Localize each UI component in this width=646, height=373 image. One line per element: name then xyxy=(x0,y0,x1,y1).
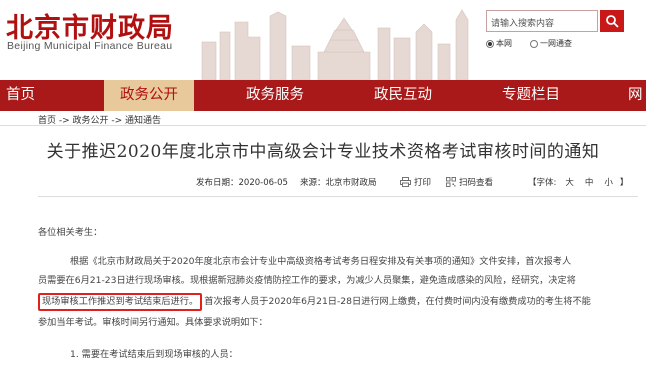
print-label: 打印 xyxy=(414,178,432,188)
search-button[interactable] xyxy=(600,10,624,32)
site-header: 北京市财政局 Beijing Municipal Finance Bureau … xyxy=(0,0,646,80)
font-size-label: 【字体: xyxy=(528,178,557,188)
main-nav: 首页 政务公开 政务服务 政民互动 专题栏目 网 xyxy=(0,80,646,111)
paragraph-line: 现场审核工作推迟到考试结束后进行。 首次报考人员于2020年6月21日-28日进行… xyxy=(38,293,591,311)
breadcrumb[interactable]: 首页 -> 政务公开 -> 通知通告 xyxy=(38,113,161,126)
font-large-button[interactable]: 大 xyxy=(565,176,574,188)
skyline-illustration xyxy=(201,9,469,80)
nav-item-topics[interactable]: 专题栏目 xyxy=(502,80,560,111)
qr-share-label: 扫码查看 xyxy=(459,178,494,188)
nav-item-more[interactable]: 网 xyxy=(628,80,643,111)
font-medium-button[interactable]: 中 xyxy=(585,176,594,188)
nav-item-services[interactable]: 政务服务 xyxy=(246,80,304,111)
list-item: 1. 需要在考试结束后到现场审核的人员： xyxy=(70,349,238,360)
scope-site-option[interactable]: 本网 xyxy=(486,38,512,49)
font-small-button[interactable]: 小 xyxy=(604,176,613,188)
highlighted-text: 现场审核工作推迟到考试结束后进行。 xyxy=(38,293,203,311)
scope-all-option[interactable]: 一网通查 xyxy=(530,38,572,49)
radio-selected-icon xyxy=(486,39,494,48)
page-title: 关于推迟2020年度北京市中高级会计专业技术资格考试审核时间的通知 xyxy=(46,142,600,162)
scope-all-label: 一网通查 xyxy=(540,39,572,48)
greeting: 各位相关考生： xyxy=(38,227,103,238)
printer-icon xyxy=(400,177,411,187)
publish-date: 发布日期：2020-06-05 xyxy=(196,178,288,188)
search-input[interactable]: 请输入搜索内容 xyxy=(486,10,598,32)
paragraph-line: 员需要在6月21-23日进行现场审核。现根据新冠肺炎疫情防控工作的要求，为减少人… xyxy=(38,275,576,286)
nav-item-government-affairs[interactable]: 政务公开 xyxy=(104,80,194,111)
font-size-close: 】 xyxy=(619,178,629,188)
article-source: 来源：北京市财政局 xyxy=(300,178,377,188)
paragraph-text: 首次报考人员于2020年6月21日-28日进行网上缴费，在付费时间内没有缴费成功… xyxy=(204,296,591,307)
font-size-controls: 【字体: 大 中 小 】 xyxy=(528,176,628,188)
nav-item-interaction[interactable]: 政民互动 xyxy=(374,80,432,111)
site-logo-en: Beijing Municipal Finance Bureau xyxy=(7,40,173,52)
divider xyxy=(38,196,638,197)
nav-item-home[interactable]: 首页 xyxy=(6,80,35,111)
paragraph-line: 根据《北京市财政局关于2020年度北京市会计专业中高级资格考试考务日程安排及有关… xyxy=(70,256,572,267)
search-icon xyxy=(606,15,619,28)
radio-icon xyxy=(530,39,538,48)
qr-share-button[interactable]: 扫码查看 xyxy=(446,176,493,188)
scope-site-label: 本网 xyxy=(496,39,512,48)
paragraph-line: 参加当年考试。审核时间另行通知。具体要求说明如下： xyxy=(38,317,268,328)
qr-code-icon xyxy=(446,177,456,187)
print-button[interactable]: 打印 xyxy=(400,176,431,188)
